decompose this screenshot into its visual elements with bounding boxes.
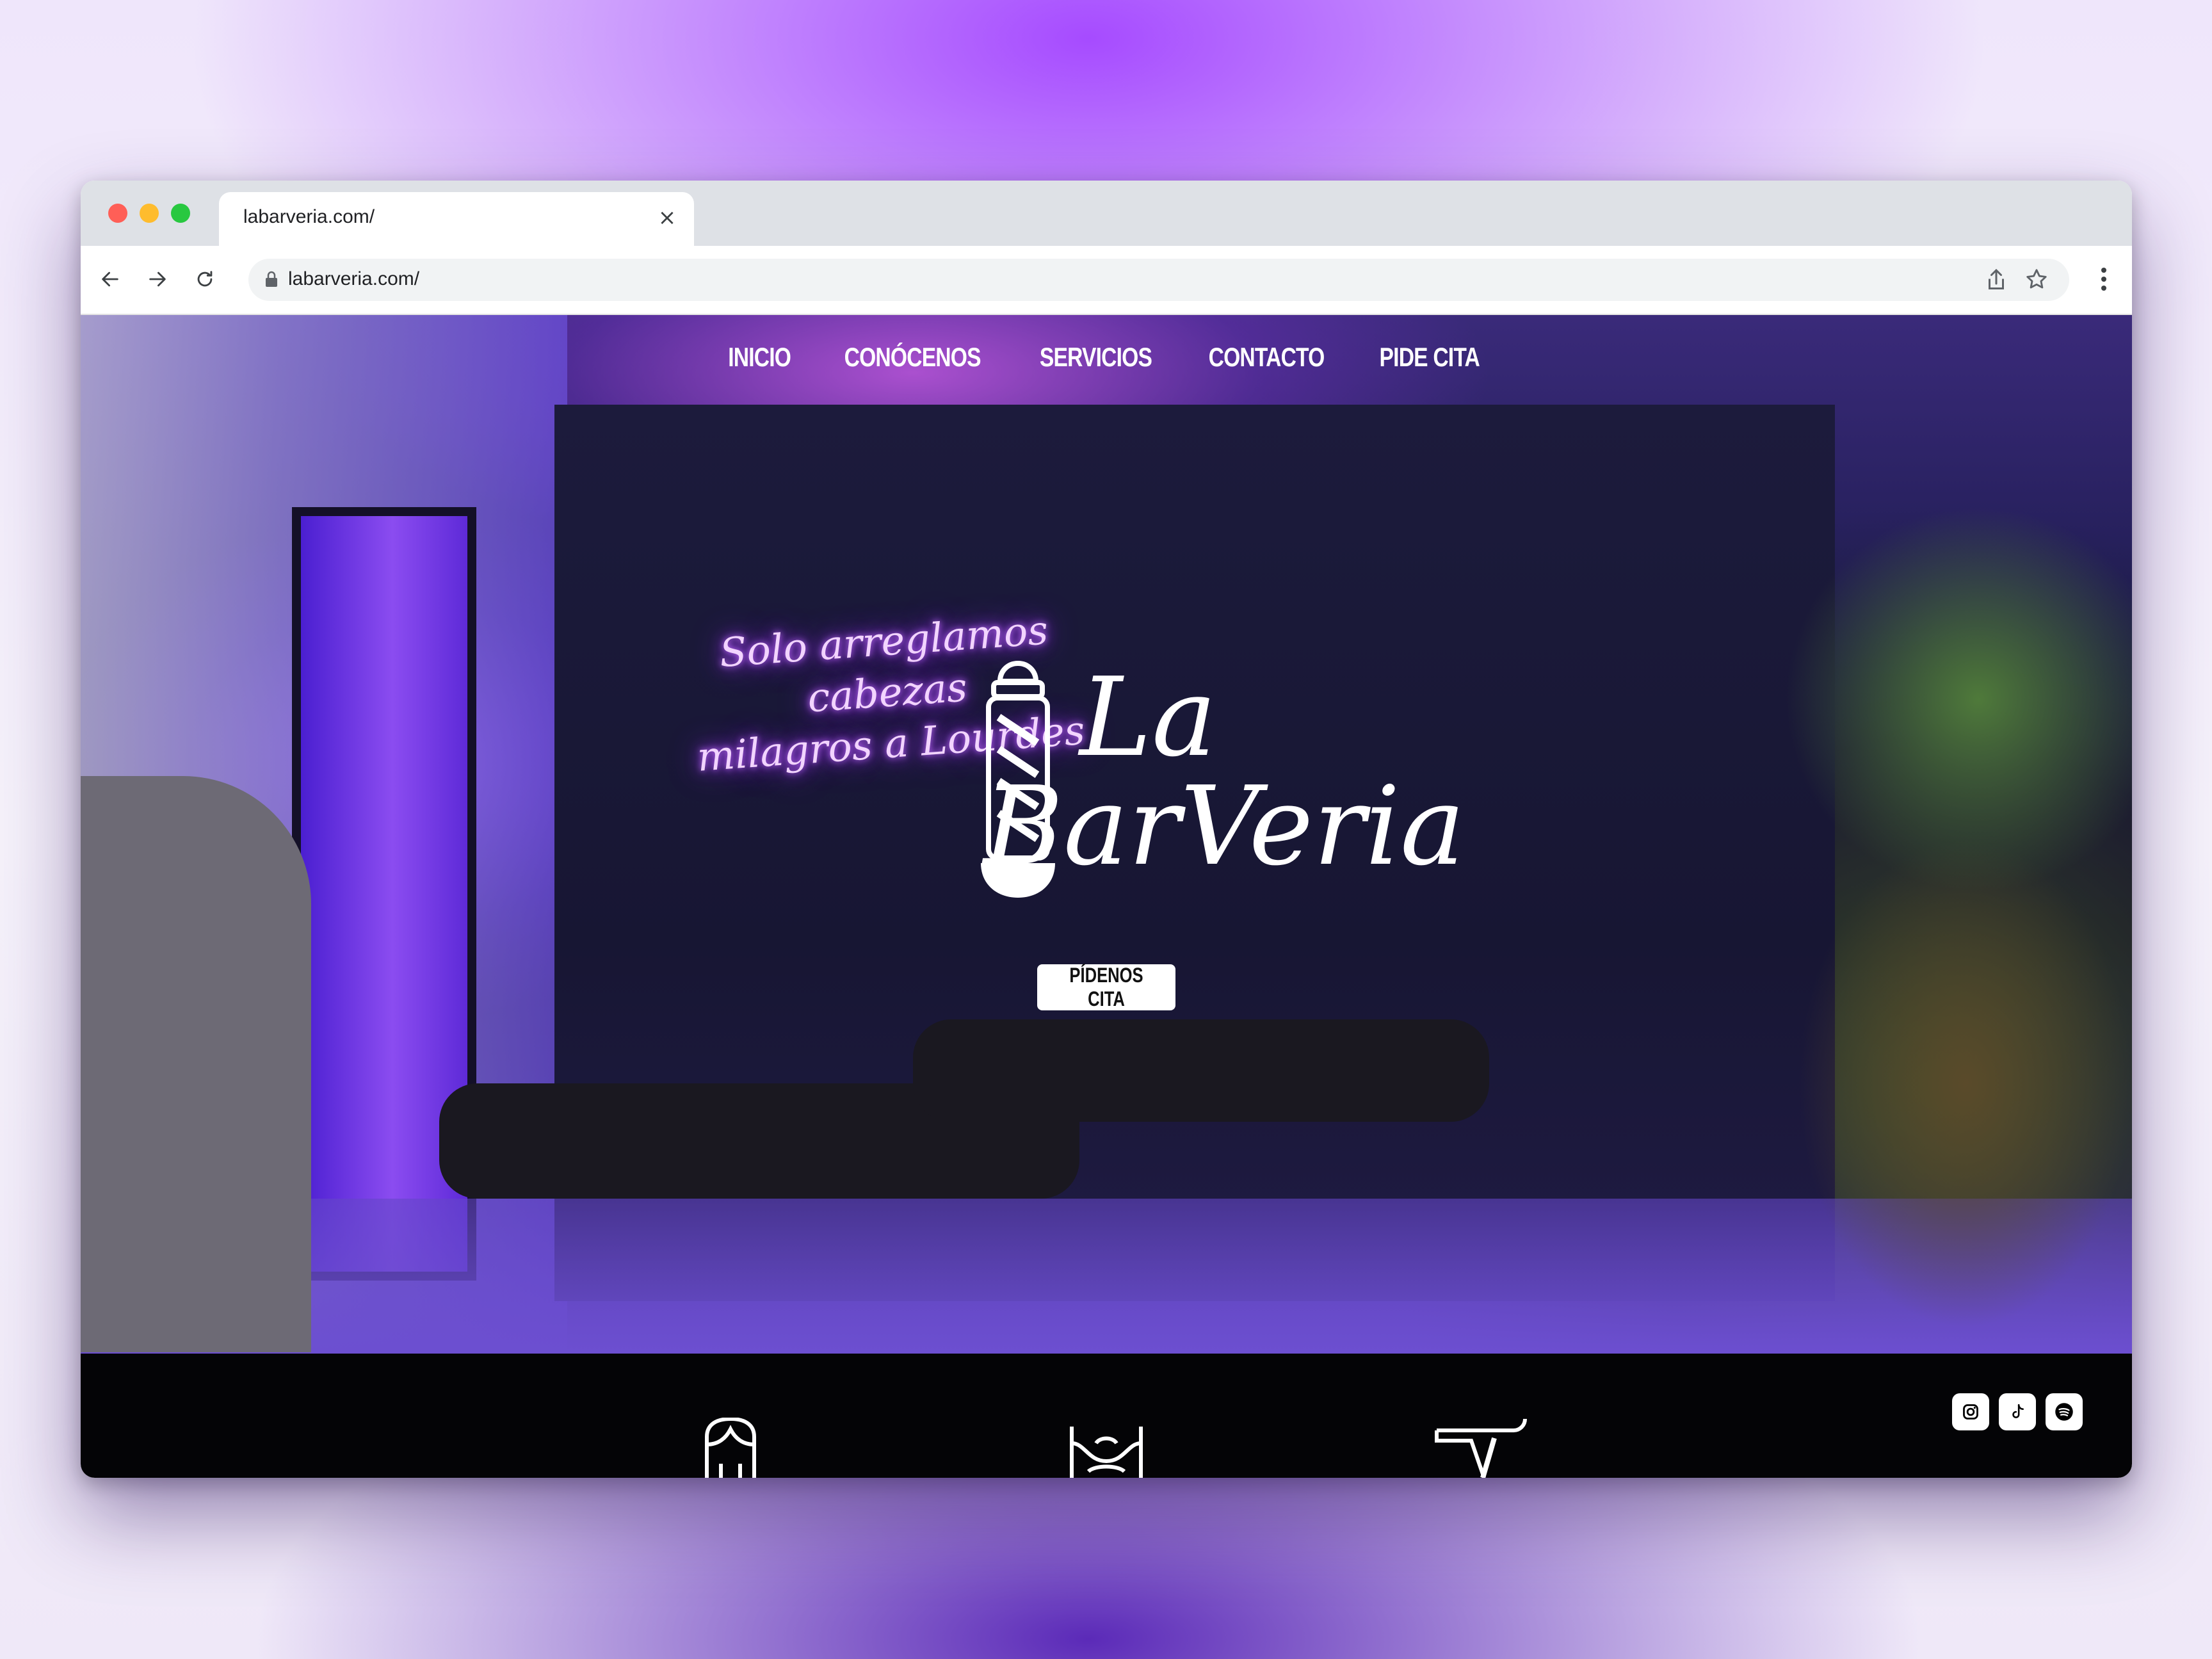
tiktok-icon	[2012, 1404, 2024, 1418]
hero-section: Solo arreglamos cabezas milagros a Lourd…	[81, 315, 2132, 1354]
browser-tab[interactable]: labarveria.com/ ×	[219, 192, 694, 246]
browser-menu-button[interactable]	[2091, 261, 2117, 297]
url-text: labarveria.com/	[288, 268, 420, 289]
forward-arrow-icon	[149, 271, 166, 287]
browser-window: labarveria.com/ × labarveria.com/ Solo a…	[81, 181, 2132, 1478]
barber-chair-image	[913, 1019, 1489, 1122]
brand-logo: La BarVeria	[887, 654, 1465, 955]
book-appointment-label: PÍDENOS CITA	[1069, 964, 1143, 1010]
haircut-icon	[705, 1418, 756, 1478]
back-arrow-icon	[102, 271, 118, 287]
back-button[interactable]	[92, 261, 128, 297]
close-window-button[interactable]	[108, 204, 127, 223]
beard-icon	[1070, 1427, 1143, 1478]
kebab-menu-icon	[2101, 268, 2106, 291]
razor-icon	[1435, 1418, 1527, 1478]
instagram-link[interactable]	[1952, 1393, 1989, 1430]
instagram-icon	[1963, 1404, 1978, 1420]
logo-text-barveria: BarVeria	[983, 763, 1465, 890]
main-nav: INICIO CONÓCENOS SERVICIOS CONTACTO PIDE…	[81, 342, 2132, 373]
nav-item-conocenos[interactable]: CONÓCENOS	[844, 342, 981, 373]
tab-title: labarveria.com/	[243, 206, 375, 227]
address-bar[interactable]: labarveria.com/	[248, 259, 2069, 301]
book-appointment-button[interactable]: PÍDENOS CITA	[1037, 964, 1175, 1010]
bookmark-star-icon[interactable]	[2024, 267, 2049, 291]
share-icon[interactable]	[1985, 267, 2008, 293]
tab-bar: labarveria.com/ ×	[81, 181, 2132, 246]
nav-item-contacto[interactable]: CONTACTO	[1209, 342, 1325, 373]
armchair-image	[81, 776, 311, 1352]
logo-text-la: La	[1079, 654, 1217, 781]
spotify-link[interactable]	[2046, 1393, 2083, 1430]
close-tab-icon[interactable]: ×	[654, 205, 680, 231]
nav-item-servicios[interactable]: SERVICIOS	[1040, 342, 1152, 373]
forward-button[interactable]	[140, 261, 175, 297]
minimize-window-button[interactable]	[140, 204, 159, 223]
tiktok-link[interactable]	[1999, 1393, 2036, 1430]
plant-image	[1773, 507, 2132, 1352]
reload-icon	[197, 271, 213, 287]
nav-item-inicio[interactable]: INICIO	[729, 342, 792, 373]
reload-button[interactable]	[187, 261, 223, 297]
maximize-window-button[interactable]	[171, 204, 190, 223]
browser-toolbar: labarveria.com/	[81, 246, 2132, 315]
lock-icon	[266, 271, 277, 287]
spotify-icon	[2055, 1403, 2073, 1421]
nav-item-pide-cita[interactable]: PIDE CITA	[1380, 342, 1480, 373]
services-strip	[81, 1354, 2132, 1478]
